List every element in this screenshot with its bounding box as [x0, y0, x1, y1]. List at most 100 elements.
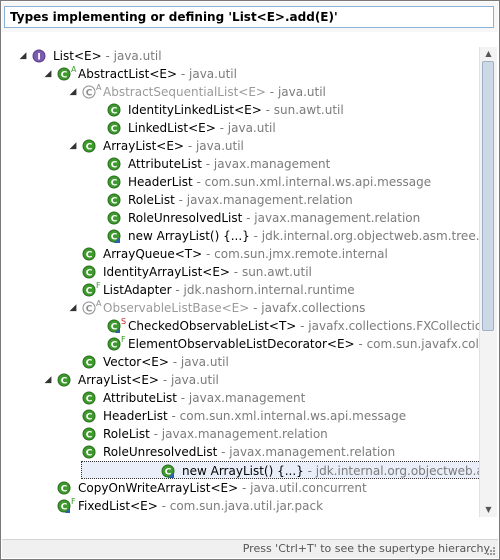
modifier-badge: A: [96, 83, 102, 92]
tree-row[interactable]: ◢ C A AbstractSequentialList<E> - java.util: [3, 83, 479, 101]
package-name: - java.util: [168, 355, 229, 369]
type-label: RoleList - javax.management.relation: [103, 425, 328, 443]
tree-row[interactable]: C HeaderList - com.sun.xml.internal.ws.ap…: [3, 173, 479, 191]
svg-text:C: C: [86, 359, 93, 369]
tree-row[interactable]: ◢ C A AbstractList<E> - java.util: [3, 65, 479, 83]
package-name: - jdk.internal.org.objectweb.asm.tree.Me…: [307, 464, 479, 478]
tree-row[interactable]: C RoleUnresolvedList - javax.management.r…: [3, 209, 479, 227]
type-label: RoleUnresolvedList - javax.management.re…: [103, 443, 395, 461]
expand-toggle-icon[interactable]: ◢: [67, 299, 79, 317]
package-name: - java.util: [177, 67, 237, 81]
svg-text:C: C: [111, 107, 118, 117]
resize-grip-icon[interactable]: [486, 546, 496, 556]
class-icon: C: [57, 67, 71, 81]
type-label: AttributeList - javax.management: [103, 389, 305, 407]
vertical-scrollbar[interactable]: ▲ ▼: [479, 47, 497, 517]
class-icon: C: [57, 481, 71, 495]
svg-text:I: I: [37, 53, 40, 63]
type-label: RoleUnresolvedList - javax.management.re…: [128, 209, 420, 227]
package-name: - sun.awt.util: [261, 103, 344, 117]
type-label: HeaderList - com.sun.xml.internal.ws.api…: [103, 407, 406, 425]
tree-row[interactable]: C AttributeList - javax.management: [3, 389, 479, 407]
tree-row[interactable]: C IdentityLinkedList<E> - sun.awt.util: [3, 101, 479, 119]
class-icon: C: [82, 445, 96, 459]
tree-row[interactable]: C RoleUnresolvedList - javax.management.r…: [3, 443, 479, 461]
type-label: ArrayList<E> - java.util: [103, 137, 244, 155]
title-field[interactable]: Types implementing or defining 'List<E>.…: [4, 6, 494, 28]
type-name: ArrayList<E>: [103, 139, 184, 153]
type-label: ArrayList<E> - java.util: [78, 371, 219, 389]
svg-text:C: C: [86, 143, 93, 153]
tree-row[interactable]: C F FixedList<E> - com.sun.java.util.jar.p…: [3, 497, 479, 515]
tree-row[interactable]: C RoleList - javax.management.relation: [3, 191, 479, 209]
type-label: FixedList<E> - com.sun.java.util.jar.pac…: [78, 497, 323, 515]
tree-row[interactable]: ◢ C ArrayList<E> - java.util: [3, 371, 479, 389]
tree-row[interactable]: C HeaderList - com.sun.xml.internal.ws.ap…: [3, 407, 479, 425]
type-name: HeaderList: [128, 175, 193, 189]
expand-toggle-icon[interactable]: ◢: [67, 83, 79, 101]
expand-toggle-icon[interactable]: ◢: [17, 47, 29, 65]
type-name: AbstractList<E>: [78, 67, 178, 81]
svg-text:C: C: [86, 395, 93, 405]
scroll-down-icon[interactable]: ▼: [480, 503, 497, 517]
type-label: AbstractSequentialList<E> - java.util: [103, 83, 326, 101]
type-label: new ArrayList() {...} - jdk.internal.org…: [128, 227, 479, 245]
type-label: AttributeList - javax.management: [128, 155, 330, 173]
type-name: RoleList: [128, 193, 175, 207]
tree-row[interactable]: Cnew ArrayList() {...} - jdk.internal.or…: [3, 227, 479, 245]
package-name: - javax.management: [176, 391, 306, 405]
type-name: ArrayQueue<T>: [103, 247, 203, 261]
type-name: IdentityArrayList<E>: [103, 265, 230, 279]
package-name: - sun.awt.util: [229, 265, 312, 279]
class-icon: C: [57, 373, 71, 387]
type-label: AbstractList<E> - java.util: [78, 65, 237, 83]
package-name: - java.util: [159, 373, 219, 387]
modifier-badge: A: [71, 65, 77, 74]
class-icon: C: [107, 157, 121, 171]
type-name: new ArrayList() {...}: [128, 229, 250, 243]
tree-row[interactable]: C F ElementObservableListDecorator<E> - co…: [3, 335, 479, 353]
svg-text:C: C: [86, 431, 93, 441]
type-name: LinkedList<E>: [128, 121, 216, 135]
type-name: RoleUnresolvedList: [103, 445, 218, 459]
scrollbar-thumb[interactable]: [482, 61, 494, 331]
tree-row[interactable]: ◢ C ArrayList<E> - java.util: [3, 137, 479, 155]
tree-row[interactable]: C Vector<E> - java.util: [3, 353, 479, 371]
class-icon: C: [82, 391, 96, 405]
tree-row[interactable]: C F ListAdapter - jdk.nashorn.internal.run…: [3, 281, 479, 299]
package-name: - com.sun.javafx.collection: [358, 337, 479, 351]
package-name: - javax.management.relation: [149, 427, 328, 441]
type-name: ListAdapter: [103, 283, 172, 297]
hierarchy-tree[interactable]: ◢ I List<E> - java.util ◢ C A AbstractList<E> …: [3, 47, 479, 517]
svg-text:C: C: [86, 305, 93, 315]
tree-row[interactable]: C AttributeList - javax.management: [3, 155, 479, 173]
tree-row[interactable]: C ArrayQueue<T> - com.sun.jmx.remote.inte…: [3, 245, 479, 263]
package-name: - javax.management.relation: [174, 193, 353, 207]
type-name: FixedList<E>: [78, 499, 158, 513]
type-label: ListAdapter - jdk.nashorn.internal.runti…: [103, 281, 355, 299]
package-name: - javafx.collections: [249, 301, 366, 315]
tree-row[interactable]: C RoleList - javax.management.relation: [3, 425, 479, 443]
tree-row[interactable]: C LinkedList<E> - java.util: [3, 119, 479, 137]
tree-row[interactable]: ◢ C A ObservableListBase<E> - javafx.collec…: [3, 299, 479, 317]
modifier-badge: F: [121, 335, 126, 344]
type-label: IdentityArrayList<E> - sun.awt.util: [103, 263, 312, 281]
anonymous-class-icon: C: [161, 464, 175, 478]
type-name: Vector<E>: [103, 355, 169, 369]
svg-text:C: C: [86, 269, 93, 279]
expand-toggle-icon[interactable]: ◢: [42, 371, 54, 389]
expand-toggle-icon[interactable]: ◢: [67, 137, 79, 155]
tree-row[interactable]: Cnew ArrayList() {...} - jdk.internal.or…: [81, 461, 479, 479]
type-label: RoleList - javax.management.relation: [128, 191, 353, 209]
tree-row[interactable]: C IdentityArrayList<E> - sun.awt.util: [3, 263, 479, 281]
abstract-class-icon: C: [82, 85, 96, 99]
status-hint: Press 'Ctrl+T' to see the supertype hier…: [242, 542, 490, 555]
type-label: ElementObservableListDecorator<E> - com.…: [128, 335, 479, 353]
tree-row[interactable]: C S CheckedObservableList<T> - javafx.coll…: [3, 317, 479, 335]
class-icon: C: [107, 319, 121, 333]
scroll-up-icon[interactable]: ▲: [480, 47, 497, 61]
expand-toggle-icon[interactable]: ◢: [42, 65, 54, 83]
svg-text:C: C: [86, 413, 93, 423]
type-name: ElementObservableListDecorator<E>: [128, 337, 355, 351]
type-label: CopyOnWriteArrayList<E> - java.util.conc…: [78, 479, 367, 497]
